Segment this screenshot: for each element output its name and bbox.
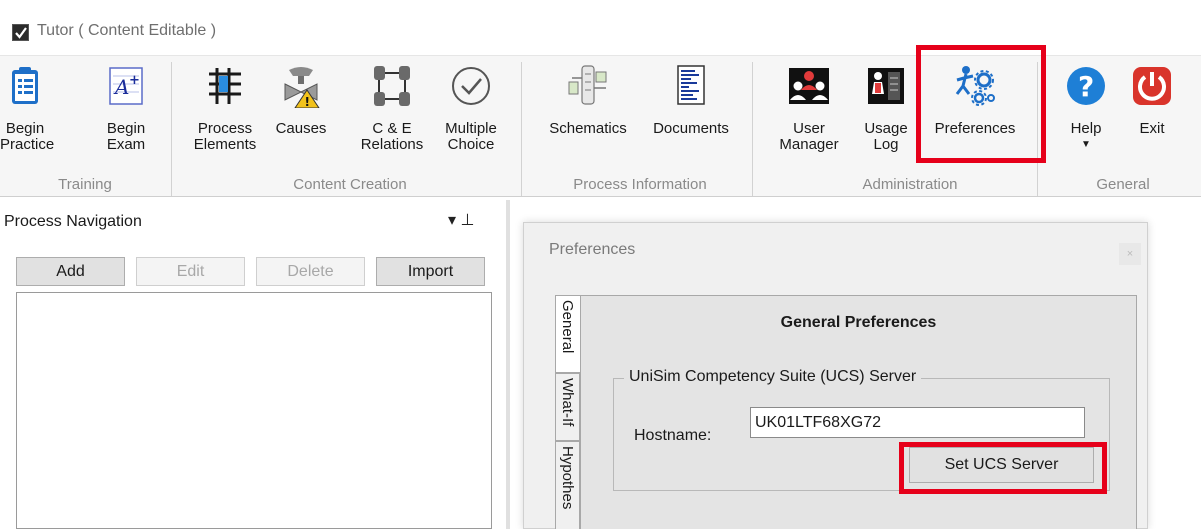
causes-button[interactable]: ! Causes [271,58,331,170]
set-server-highlight [899,442,1107,494]
process-elements-button[interactable]: Process Elements [185,58,265,170]
begin-exam-button[interactable]: A + Begin Exam [96,58,156,170]
clipboard-icon [3,64,47,108]
check-circle-icon [449,64,493,108]
dialog-title: Preferences [549,241,636,258]
usage-log-label: Usage Log [864,120,908,153]
tab-general-label: General [559,300,576,354]
documents-label: Documents [653,120,729,137]
begin-practice-button[interactable]: Begin Practice [0,58,55,170]
tab-general[interactable]: General [555,295,580,373]
tab-what-if[interactable]: What-If [555,373,580,441]
multiple-choice-button[interactable]: Multiple Choice [436,58,506,170]
title-bar: Tutor ( Content Editable ) [0,0,1201,48]
causes-label: Causes [275,120,327,137]
exit-label: Exit [1139,120,1165,137]
grade-a-plus-icon: A + [104,64,148,108]
edit-button[interactable]: Edit [136,257,245,286]
ce-relations-button[interactable]: C & E Relations [357,58,427,170]
documents-button[interactable]: Documents [641,58,741,170]
svg-text:+: + [129,73,140,88]
valve-warning-icon: ! [279,64,323,109]
schematics-button[interactable]: Schematics [538,58,638,170]
process-navigation-pane: Process Navigation ▾ ⊥ Add Edit Delete I… [0,200,500,529]
help-icon: ? [1064,64,1108,108]
help-label: Help [1070,120,1102,137]
multiple-choice-label: Multiple Choice [445,120,497,153]
document-icon [669,64,713,108]
begin-exam-label: Begin Exam [106,120,146,153]
tab-what-if-label: What-If [559,378,576,427]
help-button[interactable]: ? Help ▼ [1056,58,1116,170]
ce-relations-label: C & E Relations [360,120,424,153]
user-manager-label: User Manager [779,120,839,153]
process-elements-label: Process Elements [193,120,257,153]
usage-log-button[interactable]: Usage Log [851,58,921,170]
ribbon-separator [171,62,172,196]
power-icon [1130,64,1174,108]
group-title: UniSim Competency Suite (UCS) Server [624,368,922,386]
window-title: Tutor ( Content Editable ) [37,22,217,39]
users-icon [787,64,831,108]
ribbon-separator [752,62,753,196]
ribbon-separator [521,62,522,196]
schematic-icon [566,64,610,108]
pin-icon[interactable]: ▾ ⊥ [448,210,474,230]
hostname-input[interactable] [750,407,1085,438]
svg-text:?: ? [1078,70,1094,103]
group-label-content-creation: Content Creation [293,176,407,193]
svg-text:!: ! [305,95,310,108]
process-grid-icon [203,64,247,108]
cause-effect-icon [370,64,414,108]
begin-practice-label: Begin Practice [0,120,55,153]
preferences-highlight [916,45,1046,163]
tab-hypotheses-label: Hypothes [559,446,576,510]
group-label-process-information: Process Information [573,176,707,193]
group-label-general: General [1096,176,1150,193]
usage-log-icon [864,64,908,108]
add-button[interactable]: Add [16,257,125,286]
hostname-label: Hostname: [634,427,712,444]
panel-title: General Preferences [780,314,937,331]
exit-button[interactable]: Exit [1122,58,1182,170]
import-button[interactable]: Import [376,257,485,286]
user-manager-button[interactable]: User Manager [774,58,844,170]
tab-hypotheses[interactable]: Hypothes [555,441,580,529]
delete-button[interactable]: Delete [256,257,365,286]
chevron-down-icon: ▼ [1081,139,1091,150]
app-check-icon [12,24,29,41]
schematics-label: Schematics [549,120,627,137]
svg-text:A: A [113,75,129,99]
group-label-administration: Administration [862,176,958,193]
pane-title: Process Navigation [4,213,142,230]
close-icon[interactable]: × [1119,243,1141,265]
group-label-training: Training [58,176,112,193]
process-tree[interactable] [16,292,492,529]
